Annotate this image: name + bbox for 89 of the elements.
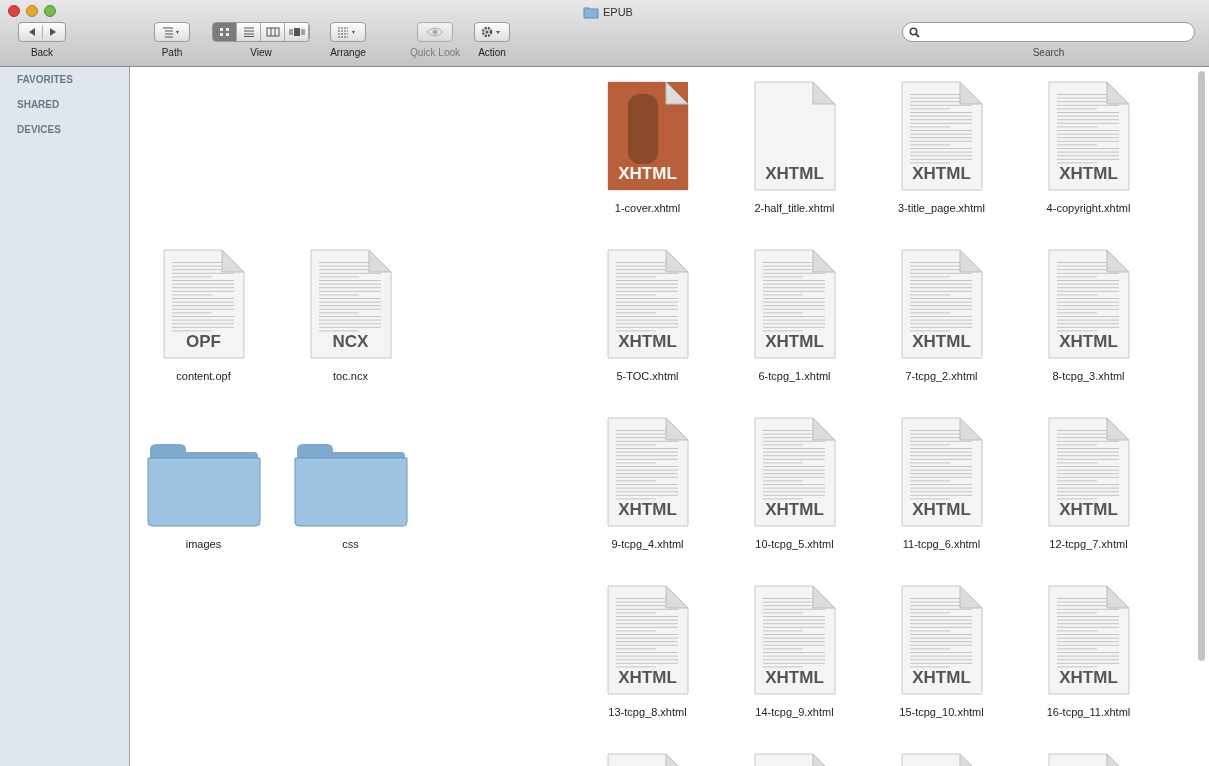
file-type-label: XHTML — [617, 666, 678, 689]
file-type-label: XHTML — [911, 330, 972, 353]
file-type-label: XHTML — [1058, 162, 1119, 185]
file-type-label: XHTML — [911, 666, 972, 689]
close-button[interactable] — [8, 5, 20, 17]
file-name[interactable]: 9-tcpg_4.xhtml — [611, 536, 684, 553]
path-button[interactable] — [154, 22, 190, 42]
file-name[interactable]: css — [342, 536, 359, 553]
document-icon — [752, 416, 837, 528]
view-segmented-control[interactable] — [212, 22, 310, 42]
search-icon — [909, 26, 920, 38]
window-title: EPUB — [603, 5, 633, 20]
list-icon — [162, 26, 182, 38]
document-icon — [161, 248, 246, 360]
file-type-label: XHTML — [911, 498, 972, 521]
document-icon — [899, 584, 984, 696]
file-type-label: NCX — [331, 330, 370, 353]
minimize-button[interactable] — [26, 5, 38, 17]
file-type-label: XHTML — [911, 162, 972, 185]
toolbar-label: Arrange — [330, 46, 366, 60]
view-mode-button[interactable] — [261, 23, 285, 41]
column-view-icon — [265, 27, 280, 37]
folder-icon — [583, 5, 599, 19]
document-icon — [752, 248, 837, 360]
file-type-label: XHTML — [1058, 666, 1119, 689]
toolbar-label: Search — [1032, 46, 1065, 60]
zoom-button[interactable] — [44, 5, 56, 17]
sidebar-heading: FAVORITES — [17, 73, 74, 87]
cover-flow-icon — [288, 27, 305, 37]
file-type-label: XHTML — [1058, 498, 1119, 521]
toolbar-label: Action — [478, 46, 506, 60]
file-type-label: XHTML — [764, 666, 825, 689]
file-name[interactable]: 3-title_page.xhtml — [898, 200, 985, 217]
file-name[interactable]: 5-TOC.xhtml — [616, 368, 679, 385]
document-icon — [1046, 416, 1131, 528]
file-type-label: XHTML — [617, 498, 678, 521]
file-name[interactable]: 13-tcpg_8.xhtml — [608, 704, 687, 721]
file-type-label: XHTML — [764, 162, 825, 185]
document-icon — [899, 80, 984, 192]
document-icon — [752, 584, 837, 696]
action-button[interactable] — [474, 22, 511, 42]
sidebar-heading: DEVICES — [17, 123, 62, 137]
document-icon — [1046, 80, 1131, 192]
document-icon — [899, 416, 984, 528]
file-name[interactable]: images — [185, 536, 222, 553]
photo-document-icon — [605, 80, 690, 192]
file-name[interactable]: 1-cover.xhtml — [614, 200, 681, 217]
view-mode-button[interactable] — [285, 23, 309, 41]
file-name[interactable]: 12-tcpg_7.xhtml — [1049, 536, 1128, 553]
toolbar-label: Quick Look — [410, 46, 461, 60]
document-icon — [1046, 584, 1131, 696]
file-type-label: XHTML — [764, 330, 825, 353]
toolbar-label: View — [250, 46, 272, 60]
document-icon — [752, 80, 837, 192]
file-type-label: XHTML — [617, 162, 678, 185]
file-name[interactable]: 11-tcpg_6.xhtml — [902, 536, 981, 553]
view-mode-button[interactable] — [237, 23, 261, 41]
document-icon — [605, 416, 690, 528]
document-icon — [308, 248, 393, 360]
file-name[interactable]: 14-tcpg_9.xhtml — [755, 704, 834, 721]
view-mode-button[interactable] — [213, 23, 237, 41]
file-name[interactable]: toc.ncx — [333, 368, 368, 385]
file-name[interactable]: 10-tcpg_5.xhtml — [755, 536, 834, 553]
file-type-label: XHTML — [617, 330, 678, 353]
search-field[interactable] — [902, 22, 1195, 42]
file-type-label: XHTML — [1058, 330, 1119, 353]
file-type-label: OPF — [185, 330, 222, 353]
file-name[interactable]: 6-tcpg_1.xhtml — [758, 368, 831, 385]
file-name[interactable]: 15-tcpg_10.xhtml — [899, 704, 984, 721]
document-icon — [605, 584, 690, 696]
back-forward-control[interactable] — [18, 22, 66, 42]
file-name[interactable]: 4-copyright.xhtml — [1046, 200, 1131, 217]
sidebar-heading: SHARED — [17, 98, 61, 112]
document-icon — [605, 248, 690, 360]
file-name[interactable]: 7-tcpg_2.xhtml — [905, 368, 978, 385]
eye-icon — [426, 27, 444, 37]
document-icon — [899, 248, 984, 360]
file-name[interactable]: content.opf — [176, 368, 231, 385]
icon-view-icon — [218, 27, 231, 37]
file-name[interactable]: 16-tcpg_11.xhtml — [1046, 704, 1131, 721]
file-name[interactable]: 8-tcpg_3.xhtml — [1052, 368, 1125, 385]
arrange-button[interactable] — [330, 22, 366, 42]
list-view-icon — [242, 27, 255, 37]
forward-arrow-icon — [47, 27, 58, 37]
toolbar-label: Path — [161, 46, 183, 60]
file-name[interactable]: 2-half_title.xhtml — [754, 200, 835, 217]
file-type-label: XHTML — [764, 498, 825, 521]
document-icon — [1046, 248, 1131, 360]
toolbar-label: Back — [30, 46, 54, 60]
